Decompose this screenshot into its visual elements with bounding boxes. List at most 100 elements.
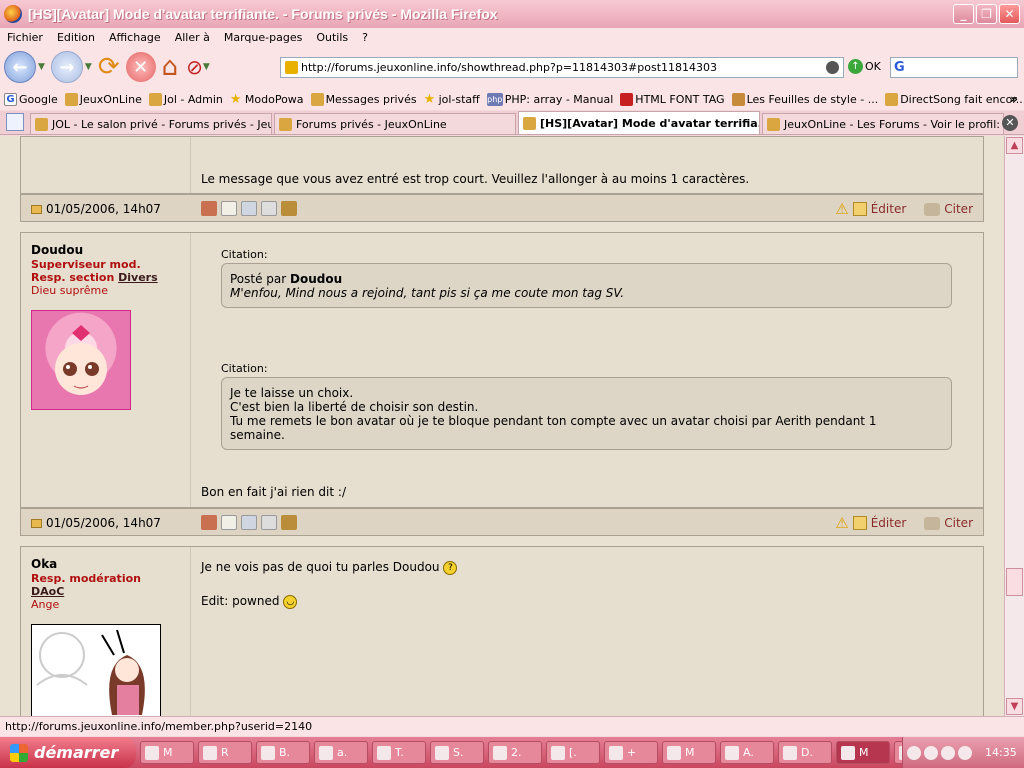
go-button[interactable]: ↑ OK bbox=[848, 59, 881, 74]
username[interactable]: Doudou bbox=[31, 243, 83, 257]
section-link[interactable]: Divers bbox=[118, 271, 158, 284]
windows-logo-icon bbox=[10, 743, 28, 762]
taskbar-item[interactable]: A. bbox=[720, 741, 774, 764]
system-tray: 14:35 bbox=[902, 737, 1024, 768]
quote-button[interactable]: Citer bbox=[944, 202, 973, 216]
tab-forums-prives[interactable]: Forums privés - JeuxOnLine bbox=[274, 113, 516, 134]
taskbar-item[interactable]: D. bbox=[778, 741, 832, 764]
edit-icon[interactable] bbox=[852, 516, 867, 530]
profile-icon[interactable] bbox=[201, 515, 217, 530]
taskbar-item-active[interactable]: M bbox=[836, 741, 890, 764]
email-icon[interactable] bbox=[241, 515, 257, 530]
dropdown-history-icon[interactable] bbox=[826, 61, 839, 74]
edit-icon[interactable] bbox=[852, 202, 867, 216]
bookmarks-overflow-icon[interactable]: » bbox=[1010, 92, 1018, 106]
tab-avatar-thread[interactable]: [HS][Avatar] Mode d'avatar terrifia... bbox=[518, 111, 760, 134]
post-2: Doudou Superviseur mod. Resp. section Di… bbox=[20, 232, 984, 508]
menu-edition[interactable]: Edition bbox=[57, 31, 95, 44]
menu-outils[interactable]: Outils bbox=[316, 31, 348, 44]
taskbar-item[interactable]: 2. bbox=[488, 741, 542, 764]
tab-profile[interactable]: JeuxOnLine - Les Forums - Voir le profil… bbox=[762, 113, 1004, 134]
back-dropdown-icon[interactable]: ▼ bbox=[38, 62, 45, 72]
taskbar-item[interactable]: a. bbox=[314, 741, 368, 764]
vertical-scrollbar[interactable]: ▲ ▼ bbox=[1004, 136, 1024, 716]
avatar[interactable] bbox=[31, 624, 161, 716]
taskbar-item[interactable]: B. bbox=[256, 741, 310, 764]
report-icon[interactable]: ⚠ bbox=[835, 514, 848, 532]
restore-button[interactable]: ❐ bbox=[976, 4, 997, 24]
tray-arrow-icon[interactable] bbox=[907, 745, 921, 760]
address-url[interactable]: http://forums.jeuxonline.info/showthread… bbox=[301, 61, 717, 74]
window-title: [HS][Avatar] Mode d'avatar terrifiante. … bbox=[28, 6, 498, 22]
scroll-up-icon[interactable]: ▲ bbox=[1006, 137, 1023, 154]
reload-icon[interactable]: ⟳ bbox=[98, 52, 120, 82]
taskbar-item[interactable]: M bbox=[662, 741, 716, 764]
minimize-button[interactable]: _ bbox=[953, 4, 974, 24]
scroll-down-icon[interactable]: ▼ bbox=[1006, 698, 1023, 715]
www-icon[interactable] bbox=[261, 201, 277, 216]
pm-icon[interactable] bbox=[221, 515, 237, 530]
page-content: Le message que vous avez entré est trop … bbox=[0, 136, 1004, 716]
bookmark-jol-staff[interactable]: ★ jol-staff bbox=[424, 93, 480, 106]
menu-fichier[interactable]: Fichier bbox=[7, 31, 43, 44]
bookmark-google[interactable]: G Google bbox=[4, 92, 58, 106]
bookmark-jol-admin[interactable]: Jol - Admin bbox=[148, 92, 223, 106]
bookmark-modopowa[interactable]: ★ ModoPowa bbox=[230, 93, 304, 106]
tray-user-icon[interactable] bbox=[941, 745, 955, 760]
username[interactable]: Oka bbox=[31, 557, 57, 571]
tab-list-icon[interactable] bbox=[6, 113, 24, 131]
edit-button[interactable]: Éditer bbox=[871, 516, 907, 530]
address-bar[interactable]: http://forums.jeuxonline.info/showthread… bbox=[280, 57, 844, 78]
taskbar-item[interactable]: + bbox=[604, 741, 658, 764]
edit-notes-icon[interactable] bbox=[281, 515, 297, 530]
adblock-dropdown-icon[interactable]: ▼ bbox=[203, 62, 210, 72]
tab-salon-prive[interactable]: JOL - Le salon privé - Forums privés - J… bbox=[30, 113, 272, 134]
section-link[interactable]: DAoC bbox=[31, 585, 64, 598]
forward-dropdown-icon[interactable]: ▼ bbox=[85, 62, 92, 72]
quote-block: Posté par Doudou M'enfou, Mind nous a re… bbox=[221, 263, 952, 308]
pm-icon[interactable] bbox=[221, 201, 237, 216]
app-icon bbox=[319, 745, 333, 760]
edit-notes-icon[interactable] bbox=[281, 201, 297, 216]
back-button[interactable]: ← bbox=[4, 51, 36, 83]
menu-help[interactable]: ? bbox=[362, 31, 368, 44]
menu-marque-pages[interactable]: Marque-pages bbox=[224, 31, 302, 44]
google-icon: G bbox=[4, 92, 17, 106]
bookmark-feuilles-de-style[interactable]: Les Feuilles de style - ... bbox=[731, 92, 878, 106]
bookmark-php-array[interactable]: php PHP: array - Manual bbox=[486, 92, 613, 106]
quote-icon[interactable] bbox=[924, 516, 941, 530]
home-icon[interactable]: ⌂ bbox=[162, 52, 179, 82]
edit-button[interactable]: Éditer bbox=[871, 202, 907, 216]
menu-aller[interactable]: Aller à bbox=[175, 31, 210, 44]
firefox-icon bbox=[551, 745, 565, 760]
menu-affichage[interactable]: Affichage bbox=[109, 31, 161, 44]
search-engine-icon[interactable]: G bbox=[894, 60, 905, 75]
bookmark-messages-prives[interactable]: Messages privés bbox=[310, 92, 417, 106]
tray-network-icon[interactable] bbox=[958, 745, 972, 760]
avatar[interactable] bbox=[31, 310, 131, 410]
adblock-icon[interactable]: ⊘ bbox=[186, 55, 203, 79]
tray-mail-icon[interactable] bbox=[924, 745, 938, 760]
quote-button[interactable]: Citer bbox=[944, 516, 973, 530]
bookmark-html-font-tag[interactable]: HTML FONT TAG bbox=[620, 92, 725, 106]
www-icon[interactable] bbox=[261, 515, 277, 530]
taskbar-item[interactable]: T. bbox=[372, 741, 426, 764]
close-tab-icon[interactable]: ✕ bbox=[1002, 115, 1018, 131]
taskbar-item[interactable]: R bbox=[198, 741, 252, 764]
status-bar: http://forums.jeuxonline.info/member.php… bbox=[0, 716, 1024, 736]
start-button[interactable]: démarrer bbox=[0, 737, 136, 768]
profile-icon[interactable] bbox=[201, 201, 217, 216]
stop-button[interactable]: ✕ bbox=[125, 52, 156, 82]
bookmark-jeuxonline[interactable]: JeuxOnLine bbox=[64, 92, 142, 106]
quote-icon[interactable] bbox=[924, 202, 941, 216]
scroll-thumb[interactable] bbox=[1006, 568, 1023, 596]
forward-button[interactable]: → bbox=[50, 51, 83, 83]
report-icon[interactable]: ⚠ bbox=[835, 200, 848, 218]
taskbar-item[interactable]: [. bbox=[546, 741, 600, 764]
bookmark-directsong[interactable]: DirectSong fait encor... bbox=[885, 92, 1024, 106]
search-box[interactable]: G bbox=[890, 57, 1018, 78]
taskbar-item[interactable]: M bbox=[140, 741, 194, 764]
email-icon[interactable] bbox=[241, 201, 257, 216]
close-window-button[interactable]: ✕ bbox=[999, 4, 1020, 24]
taskbar-item[interactable]: S. bbox=[430, 741, 484, 764]
